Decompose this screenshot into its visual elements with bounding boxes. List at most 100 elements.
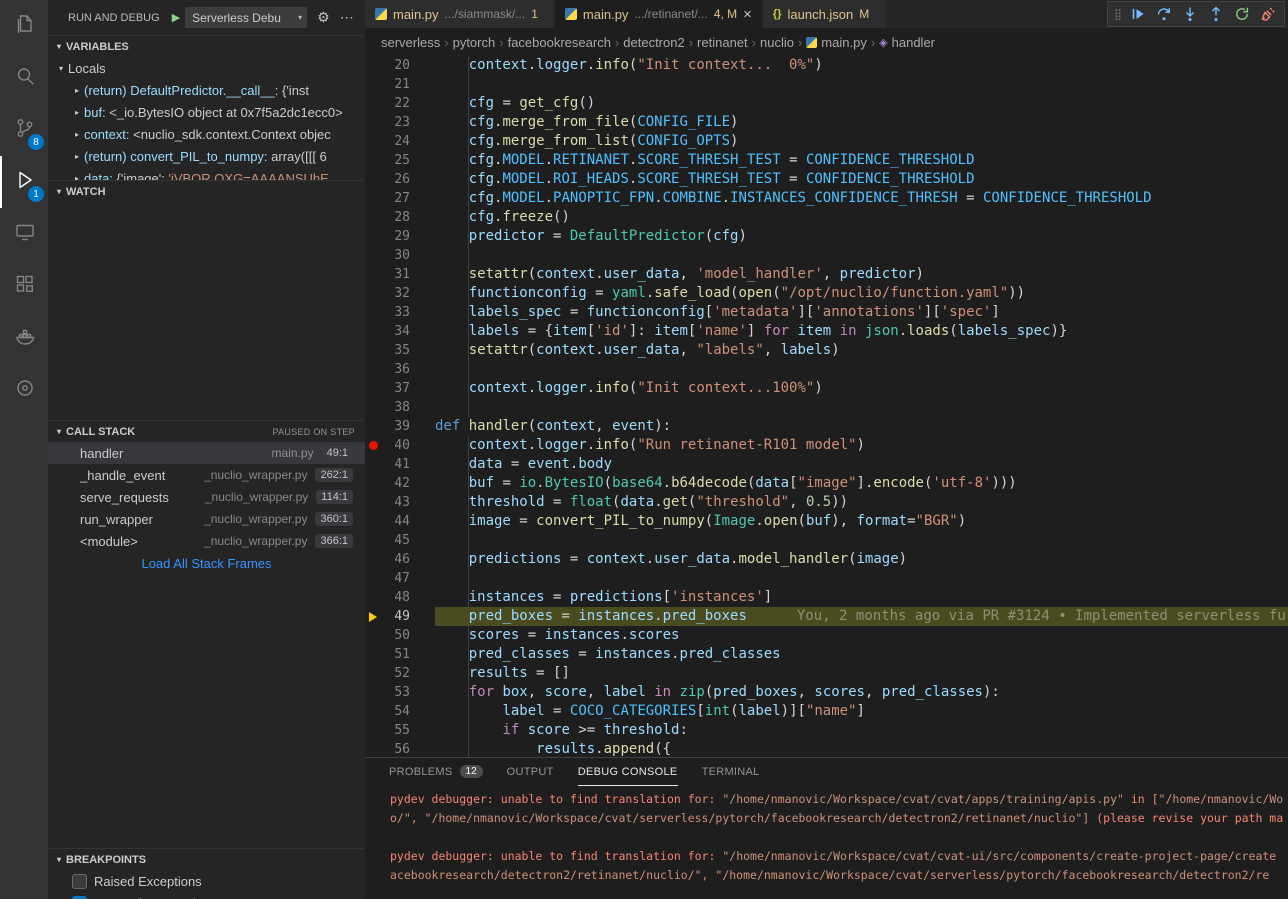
- gutter[interactable]: 21: [365, 75, 410, 94]
- code-line[interactable]: 50 scores = instances.scores: [365, 626, 1288, 645]
- breadcrumb-item[interactable]: main.py: [806, 35, 867, 50]
- gutter[interactable]: 37: [365, 379, 410, 398]
- code-line[interactable]: 46 predictions = context.user_data.model…: [365, 550, 1288, 569]
- code-line[interactable]: 29 predictor = DefaultPredictor(cfg): [365, 227, 1288, 246]
- code-line[interactable]: 26 cfg.MODEL.ROI_HEADS.SCORE_THRESH_TEST…: [365, 170, 1288, 189]
- code-line[interactable]: 51 pred_classes = instances.pred_classes: [365, 645, 1288, 664]
- code-line[interactable]: 33 labels_spec = functionconfig['metadat…: [365, 303, 1288, 322]
- code-line[interactable]: 31 setattr(context.user_data, 'model_han…: [365, 265, 1288, 284]
- code-line[interactable]: 23 cfg.merge_from_file(CONFIG_FILE): [365, 113, 1288, 132]
- panel-tab-problems[interactable]: PROBLEMS12: [389, 758, 483, 786]
- activity-source-control[interactable]: 8: [0, 104, 48, 156]
- code-line[interactable]: 45: [365, 531, 1288, 550]
- code-line[interactable]: 43 threshold = float(data.get("threshold…: [365, 493, 1288, 512]
- variable-row[interactable]: ▸(return) DefaultPredictor.__call__: {'i…: [48, 79, 365, 101]
- step-out-button[interactable]: [1203, 2, 1229, 26]
- more-actions-icon[interactable]: ⋯: [340, 9, 354, 26]
- gutter[interactable]: 56: [365, 740, 410, 757]
- gutter[interactable]: 50: [365, 626, 410, 645]
- breakpoint-item[interactable]: ✓Uncaught Exceptions: [48, 892, 365, 899]
- gutter[interactable]: 24: [365, 132, 410, 151]
- code-line[interactable]: 48 instances = predictions['instances']: [365, 588, 1288, 607]
- gear-icon[interactable]: ⚙: [317, 9, 330, 26]
- breakpoint-icon[interactable]: [369, 441, 378, 450]
- drag-handle-icon[interactable]: ⣿: [1111, 8, 1125, 21]
- gutter[interactable]: 51: [365, 645, 410, 664]
- stack-frame[interactable]: _handle_event_nuclio_wrapper.py262:1: [48, 464, 365, 486]
- editor-tab[interactable]: main.py.../retinanet/...4, M×: [555, 0, 763, 28]
- breadcrumb-item[interactable]: serverless: [381, 35, 440, 50]
- continue-button[interactable]: [1125, 2, 1151, 26]
- breadcrumb-item[interactable]: pytorch: [453, 35, 496, 50]
- code-line[interactable]: 20 context.logger.info("Init context... …: [365, 56, 1288, 75]
- code-editor[interactable]: 20 context.logger.info("Init context... …: [365, 56, 1288, 757]
- gutter[interactable]: 34: [365, 322, 410, 341]
- step-into-button[interactable]: [1177, 2, 1203, 26]
- breadcrumb-item[interactable]: ◈handler: [879, 35, 935, 50]
- code-line[interactable]: 21: [365, 75, 1288, 94]
- load-all-stack-frames-link[interactable]: Load All Stack Frames: [48, 552, 365, 574]
- restart-button[interactable]: [1229, 2, 1255, 26]
- gutter[interactable]: 39: [365, 417, 410, 436]
- activity-explorer[interactable]: [0, 0, 48, 52]
- stack-frame[interactable]: run_wrapper_nuclio_wrapper.py360:1: [48, 508, 365, 530]
- code-line[interactable]: 56 results.append({: [365, 740, 1288, 757]
- code-line[interactable]: 22 cfg = get_cfg(): [365, 94, 1288, 113]
- code-line[interactable]: 30: [365, 246, 1288, 265]
- checkbox[interactable]: ✓: [72, 896, 87, 899]
- gutter[interactable]: 52: [365, 664, 410, 683]
- gutter[interactable]: 29: [365, 227, 410, 246]
- gutter[interactable]: 41: [365, 455, 410, 474]
- code-line[interactable]: 38: [365, 398, 1288, 417]
- code-line[interactable]: 47: [365, 569, 1288, 588]
- breakpoint-margin[interactable]: [365, 441, 381, 450]
- disconnect-button[interactable]: [1255, 2, 1281, 26]
- gutter[interactable]: 48: [365, 588, 410, 607]
- code-line[interactable]: 53 for box, score, label in zip(pred_box…: [365, 683, 1288, 702]
- breakpoint-margin[interactable]: [365, 612, 381, 622]
- variables-section-header[interactable]: ▾ VARIABLES: [48, 35, 365, 57]
- code-line[interactable]: 32 functionconfig = yaml.safe_load(open(…: [365, 284, 1288, 303]
- gutter[interactable]: 38: [365, 398, 410, 417]
- code-line[interactable]: 54 label = COCO_CATEGORIES[int(label)]["…: [365, 702, 1288, 721]
- breadcrumb-item[interactable]: facebookresearch: [508, 35, 611, 50]
- activity-extra-tool[interactable]: [0, 364, 48, 416]
- code-line[interactable]: 27 cfg.MODEL.PANOPTIC_FPN.COMBINE.INSTAN…: [365, 189, 1288, 208]
- gutter[interactable]: 33: [365, 303, 410, 322]
- start-debugging-icon[interactable]: ▶: [172, 11, 180, 24]
- code-line[interactable]: 25 cfg.MODEL.RETINANET.SCORE_THRESH_TEST…: [365, 151, 1288, 170]
- debug-config-select[interactable]: Serverless Debu ▾: [185, 7, 307, 28]
- activity-extensions[interactable]: [0, 260, 48, 312]
- stack-frame[interactable]: <module>_nuclio_wrapper.py366:1: [48, 530, 365, 552]
- code-line[interactable]: 42 buf = io.BytesIO(base64.b64decode(dat…: [365, 474, 1288, 493]
- variable-row[interactable]: ▸(return) convert_PIL_to_numpy: array([[…: [48, 145, 365, 167]
- breadcrumb-item[interactable]: nuclio: [760, 35, 794, 50]
- editor-tab[interactable]: main.py.../siammask/...1: [365, 0, 555, 28]
- editor-tab[interactable]: {}launch.jsonM: [763, 0, 886, 28]
- code-line[interactable]: 44 image = convert_PIL_to_numpy(Image.op…: [365, 512, 1288, 531]
- variable-row[interactable]: ▸buf: <_io.BytesIO object at 0x7f5a2dc1e…: [48, 101, 365, 123]
- gutter[interactable]: 47: [365, 569, 410, 588]
- breakpoint-item[interactable]: Raised Exceptions: [48, 870, 365, 892]
- gutter[interactable]: 49: [365, 607, 410, 626]
- gutter[interactable]: 46: [365, 550, 410, 569]
- gutter[interactable]: 32: [365, 284, 410, 303]
- code-line[interactable]: 39def handler(context, event):: [365, 417, 1288, 436]
- code-line[interactable]: 35 setattr(context.user_data, "labels", …: [365, 341, 1288, 360]
- gutter[interactable]: 53: [365, 683, 410, 702]
- code-line[interactable]: 37 context.logger.info("Init context...1…: [365, 379, 1288, 398]
- call-stack-section-header[interactable]: ▾ CALL STACK PAUSED ON STEP: [48, 420, 365, 442]
- step-over-button[interactable]: [1151, 2, 1177, 26]
- close-icon[interactable]: ×: [743, 6, 752, 23]
- gutter[interactable]: 26: [365, 170, 410, 189]
- gutter[interactable]: 30: [365, 246, 410, 265]
- gutter[interactable]: 22: [365, 94, 410, 113]
- gutter[interactable]: 43: [365, 493, 410, 512]
- activity-docker[interactable]: [0, 312, 48, 364]
- gutter[interactable]: 36: [365, 360, 410, 379]
- stack-frame[interactable]: serve_requests_nuclio_wrapper.py114:1: [48, 486, 365, 508]
- gutter[interactable]: 54: [365, 702, 410, 721]
- gutter[interactable]: 25: [365, 151, 410, 170]
- gutter[interactable]: 44: [365, 512, 410, 531]
- gutter[interactable]: 42: [365, 474, 410, 493]
